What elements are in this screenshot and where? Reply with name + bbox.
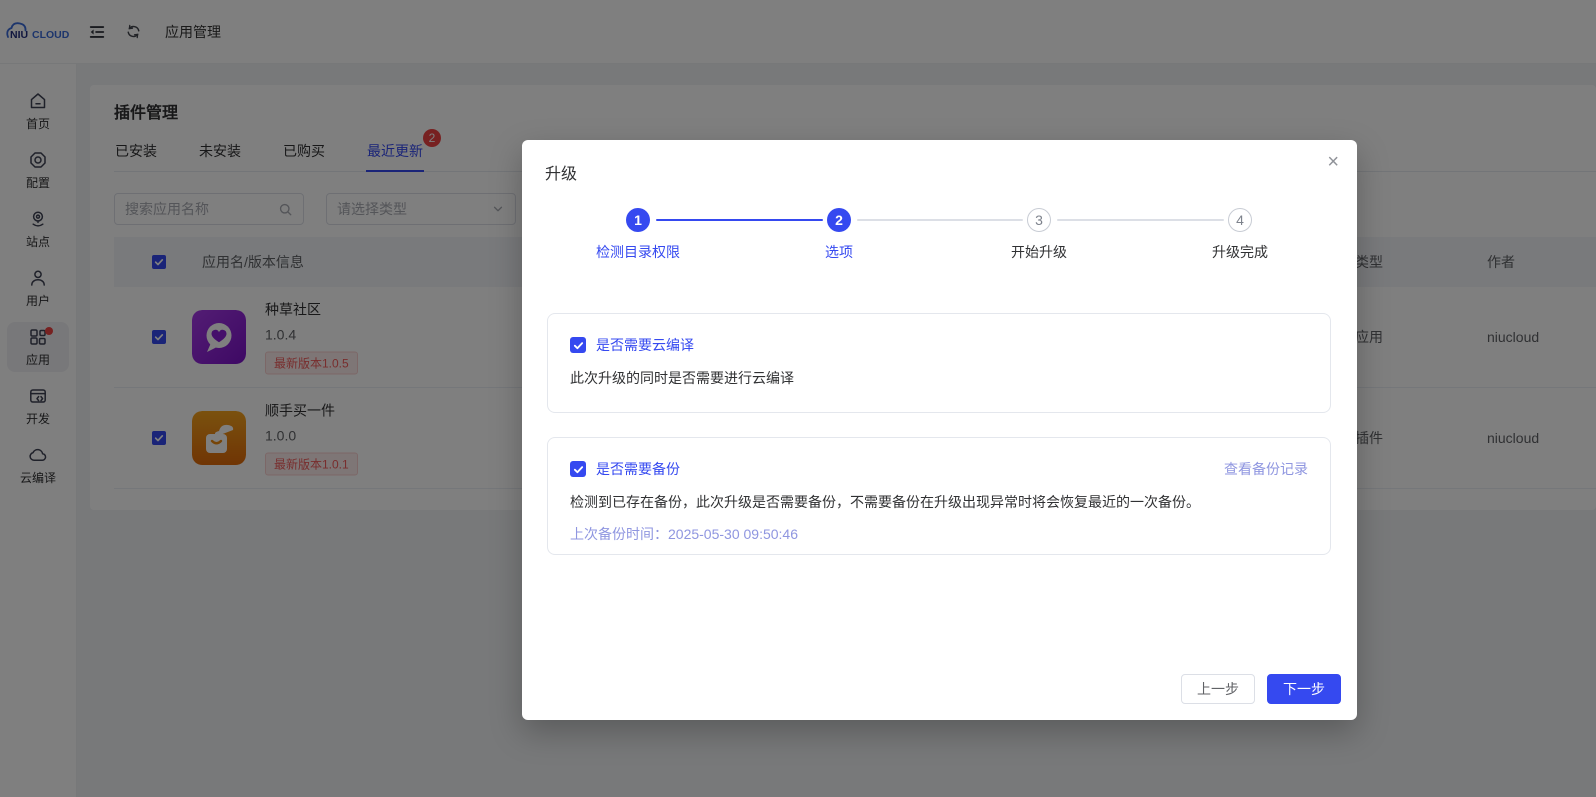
step-upgrade-complete: 4 升级完成 [1170, 208, 1310, 262]
step-label: 选项 [825, 244, 853, 260]
upgrade-modal: 升级 × 1 检测目录权限 2 选项 3 开始升级 4 升级完成 是否需要云编译… [522, 140, 1357, 720]
next-step-button[interactable]: 下一步 [1267, 674, 1341, 704]
step-number: 4 [1228, 208, 1252, 232]
step-start-upgrade: 3 开始升级 [969, 208, 1109, 262]
backup-label[interactable]: 是否需要备份 [596, 459, 680, 479]
step-number: 3 [1027, 208, 1051, 232]
modal-title: 升级 [545, 166, 578, 183]
backup-checkbox[interactable] [570, 461, 586, 477]
step-label: 开始升级 [1011, 244, 1067, 260]
cloud-compile-desc: 此次升级的同时是否需要进行云编译 [570, 370, 794, 386]
check-icon [573, 341, 583, 349]
step-number: 1 [626, 208, 650, 232]
last-backup-time: 上次备份时间：2025-05-30 09:50:46 [570, 526, 798, 542]
modal-footer: 上一步 下一步 [1181, 674, 1341, 704]
prev-step-button[interactable]: 上一步 [1181, 674, 1255, 704]
step-label: 检测目录权限 [596, 244, 680, 260]
view-backup-records-link[interactable]: 查看备份记录 [1224, 459, 1308, 479]
check-icon [573, 465, 583, 473]
backup-desc: 检测到已存在备份，此次升级是否需要备份，不需要备份在升级出现异常时将会恢复最近的… [570, 494, 1200, 510]
cloud-compile-label[interactable]: 是否需要云编译 [596, 335, 694, 355]
step-number: 2 [827, 208, 851, 232]
step-label: 升级完成 [1212, 244, 1268, 260]
screen: NIU CLOUD 应用管理 首页 [0, 0, 1596, 797]
close-icon[interactable]: × [1327, 152, 1339, 172]
cloud-compile-checkbox[interactable] [570, 337, 586, 353]
step-options: 2 选项 [769, 208, 909, 262]
step-check-permission: 1 检测目录权限 [568, 208, 708, 262]
backup-option-card: 是否需要备份 查看备份记录 检测到已存在备份，此次升级是否需要备份，不需要备份在… [547, 437, 1331, 555]
cloud-compile-option-card: 是否需要云编译 此次升级的同时是否需要进行云编译 [547, 313, 1331, 413]
